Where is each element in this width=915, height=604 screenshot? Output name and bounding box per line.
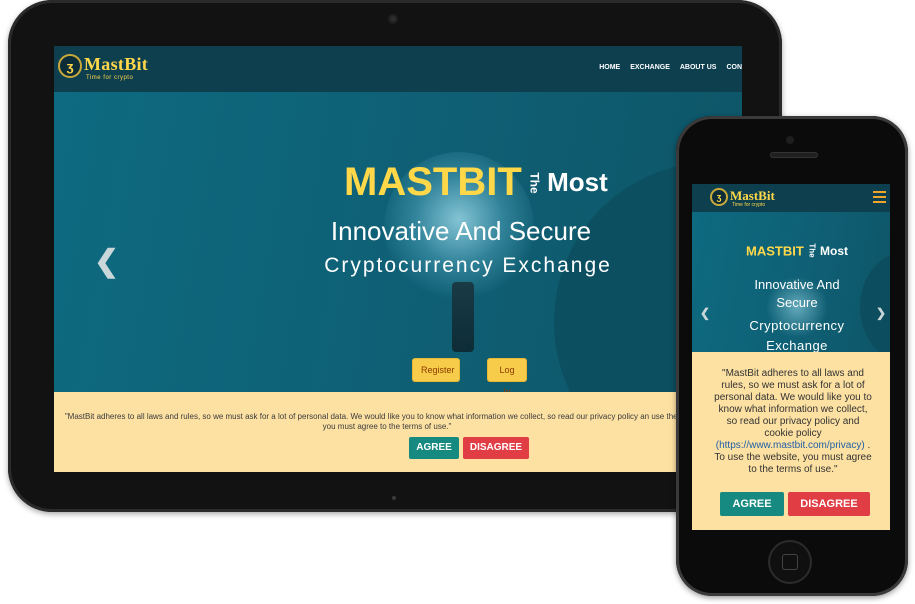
- tablet-device: ʒ MastBit Time for crypto HOME EXCHANGE …: [8, 0, 782, 512]
- phone-agree-button[interactable]: AGREE: [720, 492, 784, 516]
- phone-logo-icon[interactable]: ʒ: [710, 188, 728, 206]
- navbar: ʒ MastBit Time for crypto HOME EXCHANGE …: [54, 46, 742, 92]
- phone-carousel-next-icon[interactable]: ❯: [876, 306, 886, 320]
- login-button[interactable]: Log In: [487, 358, 527, 392]
- tablet-screen: ʒ MastBit Time for crypto HOME EXCHANGE …: [54, 46, 742, 472]
- hero-title-most: Most: [547, 167, 608, 197]
- agree-button[interactable]: AGREE: [409, 437, 459, 459]
- phone-cookie-banner: "MastBit adheres to all laws and rules, …: [692, 352, 890, 530]
- hero-carousel: MASTBIT The Most Innovative And Secure Cry…: [54, 92, 742, 392]
- carousel-prev-icon[interactable]: ❮: [94, 244, 119, 279]
- phone-camera: [786, 136, 794, 144]
- phone-hero-title-most: Most: [820, 243, 849, 258]
- logo-text[interactable]: MastBit: [84, 54, 148, 75]
- phone-screen: ʒ MastBit Time for crypto MASTBIT The Most…: [692, 184, 890, 530]
- home-square-icon: [782, 554, 798, 570]
- privacy-policy-link[interactable]: (https://www.mastbit.com/privacy): [716, 440, 865, 451]
- phone-disagree-button[interactable]: DISAGREE: [788, 492, 870, 516]
- phone-navbar: ʒ MastBit Time for crypto: [692, 184, 890, 212]
- nav-item-about-us[interactable]: ABOUT US: [680, 64, 717, 71]
- hero-subtitle-2: Cryptocurrency Exchange: [324, 254, 612, 277]
- hamburger-menu-icon[interactable]: [873, 191, 886, 203]
- register-button[interactable]: Register: [412, 358, 460, 382]
- nav-item-home[interactable]: HOME: [599, 64, 620, 71]
- phone-device: ʒ MastBit Time for crypto MASTBIT The Most…: [676, 116, 908, 596]
- logo-icon[interactable]: ʒ: [58, 54, 82, 78]
- phone-logo-tagline: Time for crypto: [732, 202, 766, 208]
- hero-title-brand: MASTBIT: [344, 160, 522, 204]
- logo-tagline: Time for crypto: [86, 75, 134, 81]
- phone-hero-title-brand: MASTBIT: [746, 243, 804, 259]
- nav-menu: HOME EXCHANGE ABOUT US CON: [599, 64, 742, 71]
- hero-title: MASTBIT The Most: [344, 160, 608, 205]
- phone-hero-title-the: The: [807, 243, 817, 258]
- phone-hero-subtitle-1: Innovative And Secure: [754, 277, 840, 310]
- hero-subtitle-1: Innovative And Secure: [330, 216, 592, 246]
- nav-item-contact[interactable]: CON: [726, 64, 742, 71]
- phone-cookie-text-before: "MastBit adheres to all laws and rules, …: [714, 368, 872, 439]
- phone-cookie-text: "MastBit adheres to all laws and rules, …: [712, 368, 874, 476]
- phone-speaker: [770, 152, 818, 158]
- phone-hero-title: MASTBIT The Most: [746, 242, 848, 260]
- tablet-sensor: [392, 496, 396, 500]
- brain-stem-image: [452, 282, 474, 352]
- cookie-text: "MastBit adheres to all laws and rules, …: [64, 412, 710, 431]
- tablet-camera: [388, 14, 398, 24]
- hero-title-the: The: [527, 171, 542, 194]
- disagree-button[interactable]: DISAGREE: [463, 437, 529, 459]
- phone-hero-carousel: MASTBIT The Most Innovative And Secure Cry…: [692, 212, 890, 352]
- phone-carousel-prev-icon[interactable]: ❮: [700, 306, 710, 320]
- phone-hero-subtitle-2: Cryptocurrency Exchange: [749, 318, 845, 352]
- cookie-banner: "MastBit adheres to all laws and rules, …: [54, 392, 742, 472]
- nav-item-exchange[interactable]: EXCHANGE: [630, 64, 670, 71]
